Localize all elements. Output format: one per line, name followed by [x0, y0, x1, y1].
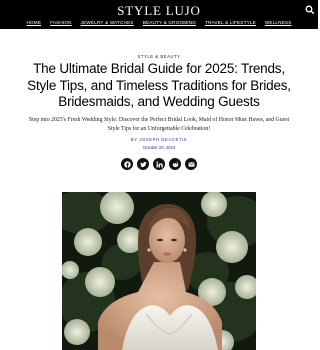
article-title: The Ultimate Bridal Guide for 2025: Tren… [27, 61, 291, 109]
facebook-icon [123, 160, 131, 168]
reddit-icon [172, 160, 178, 167]
author-link[interactable]: JOSEPH DEACETIS [139, 137, 187, 142]
main-nav: HOME FASHION JEWELRY & WATCHES BEAUTY & … [0, 20, 318, 25]
article-category[interactable]: STYLE & BEAUTY [0, 54, 318, 59]
site-logo[interactable]: STYLE LUJO [0, 3, 318, 19]
share-facebook-button[interactable] [121, 158, 133, 170]
publish-date: October 20, 2024 [142, 145, 176, 150]
share-reddit-button[interactable] [169, 158, 181, 170]
nav-beauty-grooming[interactable]: BEAUTY & GROOMING [143, 20, 196, 25]
bride-photo [62, 192, 256, 350]
linkedin-icon [155, 160, 163, 167]
share-bar [0, 158, 318, 170]
byline: BY JOSEPH DEACETIS [0, 137, 318, 142]
twitter-icon [139, 161, 147, 167]
email-icon [188, 161, 194, 167]
site-header: STYLE LUJO HOME FASHION JEWELRY & WATCHE… [0, 0, 318, 29]
byline-prefix: BY [130, 137, 138, 142]
nav-home[interactable]: HOME [27, 20, 42, 25]
search-icon[interactable] [305, 5, 315, 15]
nav-jewelry-watches[interactable]: JEWELRY & WATCHES [81, 20, 134, 25]
nav-wellness[interactable]: WELLNESS [265, 20, 292, 25]
share-twitter-button[interactable] [137, 158, 149, 170]
hero-image [62, 192, 256, 350]
share-email-button[interactable] [185, 158, 197, 170]
article-subtitle: Step into 2025's Fresh Wedding Style: Di… [28, 117, 290, 132]
nav-fashion[interactable]: FASHION [50, 20, 72, 25]
share-linkedin-button[interactable] [153, 158, 165, 170]
nav-travel-lifestyle[interactable]: TRAVEL & LIFESTYLE [205, 20, 256, 25]
